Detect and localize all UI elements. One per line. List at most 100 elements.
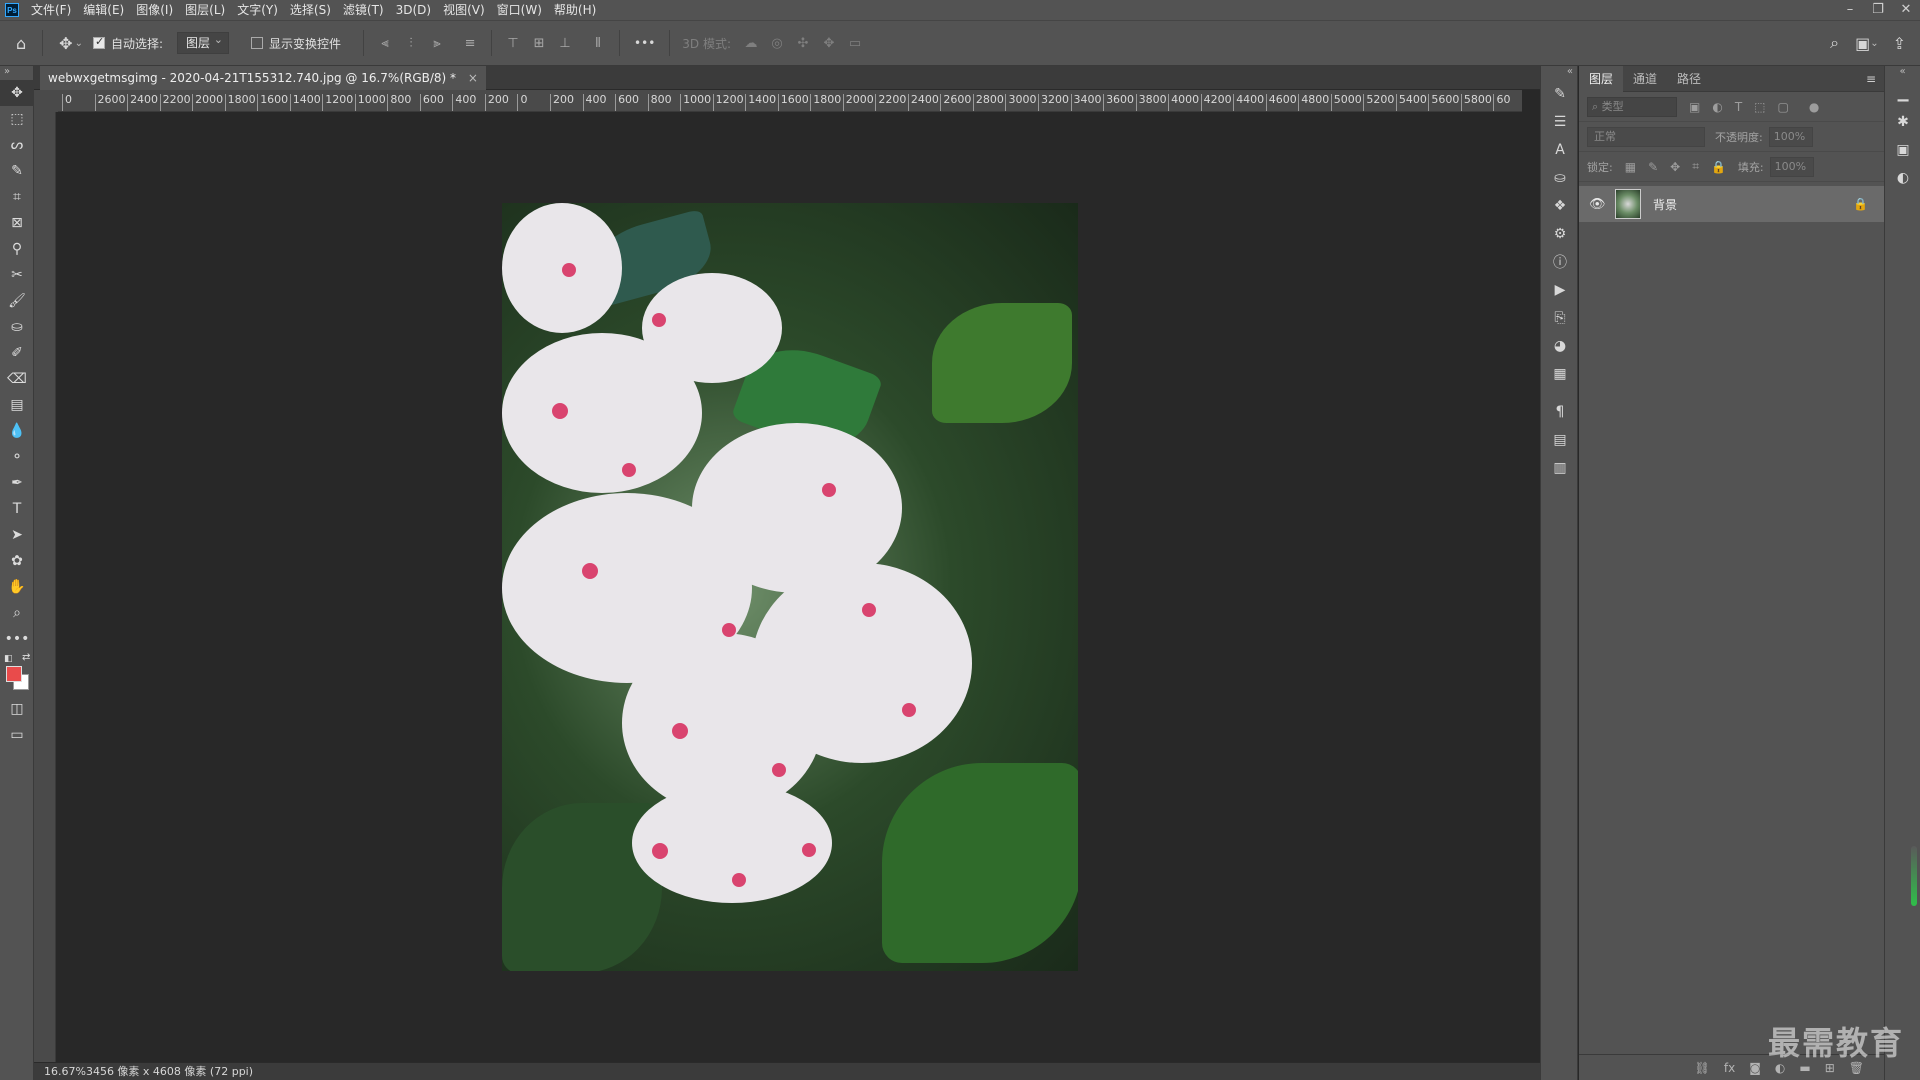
pixel-filter-icon[interactable]: ▣ xyxy=(1689,100,1700,114)
eyedropper-tool-icon[interactable]: ⚲ xyxy=(0,236,34,262)
align-left-icon[interactable]: ⫷ xyxy=(375,33,395,53)
3d-roll-icon[interactable]: ◎ xyxy=(767,33,787,53)
zoom-tool-icon[interactable]: ⌕ xyxy=(0,600,34,626)
expand-icon[interactable]: » xyxy=(0,66,33,80)
distribute-vertical-icon[interactable]: ≡ xyxy=(460,33,480,53)
vertical-ruler[interactable] xyxy=(34,112,56,1068)
layer-row[interactable]: 👁 背景 🔒 xyxy=(1579,186,1884,222)
visibility-eye-icon[interactable]: 👁 xyxy=(1589,197,1609,212)
crop-tool-icon[interactable]: ⌗ xyxy=(0,184,34,210)
horizontal-ruler[interactable]: 0 2600 2400 2200 2000 1800 1600 1400 1200 1000 800… xyxy=(58,90,1522,112)
menu-layer[interactable]: 图层(L) xyxy=(179,0,231,20)
lock-artboard-icon[interactable]: ⌗ xyxy=(1692,159,1699,174)
type-filter-icon[interactable]: T xyxy=(1735,100,1742,114)
lasso-tool-icon[interactable]: ᔕ xyxy=(0,132,34,158)
auto-select-dropdown[interactable]: 图层 xyxy=(177,30,230,54)
menu-edit[interactable]: 编辑(E) xyxy=(77,0,130,20)
collapse-icon[interactable]: « xyxy=(1885,66,1920,80)
paragraph-icon[interactable]: ¶ xyxy=(1541,398,1579,426)
move-tool-icon[interactable]: ✥ xyxy=(59,34,72,53)
menu-help[interactable]: 帮助(H) xyxy=(548,0,602,20)
clone-source-icon[interactable]: ⛀ xyxy=(1541,164,1579,192)
document-image[interactable] xyxy=(502,203,1078,971)
character-icon[interactable]: A xyxy=(1541,136,1579,164)
layer-mask-icon[interactable]: ◙ xyxy=(1749,1061,1761,1075)
align-vcenter-icon[interactable]: ⊞ xyxy=(529,33,549,53)
brush-settings-icon[interactable]: ❖ xyxy=(1541,192,1579,220)
share-icon[interactable]: ⇪ xyxy=(1893,34,1906,53)
close-tab-icon[interactable]: × xyxy=(468,71,478,85)
styles-icon[interactable]: ◕ xyxy=(1541,332,1579,360)
blur-tool-icon[interactable]: 💧 xyxy=(0,418,34,444)
move-tool-icon[interactable]: ✥ xyxy=(0,80,34,106)
chevron-down-icon[interactable]: ⌄ xyxy=(1870,38,1878,49)
history-icon[interactable]: ✎ xyxy=(1541,80,1579,108)
lock-image-icon[interactable]: ✎ xyxy=(1648,160,1658,174)
opacity-input[interactable]: 100% xyxy=(1768,126,1813,147)
table-icon[interactable]: ▦ xyxy=(1541,360,1579,388)
document-tab[interactable]: webwxgetmsgimg - 2020-04-21T155312.740.j… xyxy=(40,66,486,90)
gradient-tool-icon[interactable]: ▤ xyxy=(0,392,34,418)
foreground-color-swatch[interactable] xyxy=(6,666,22,682)
home-icon[interactable]: ⌂ xyxy=(16,34,26,53)
quick-select-tool-icon[interactable]: ✎ xyxy=(0,158,34,184)
3d-orbit-icon[interactable]: ☁ xyxy=(741,33,761,53)
lock-position-icon[interactable]: ✥ xyxy=(1670,160,1680,174)
collapse-icon[interactable]: « xyxy=(1541,66,1577,80)
align-top-icon[interactable]: ⊤ xyxy=(503,33,523,53)
info-icon[interactable]: ⓘ xyxy=(1541,248,1579,276)
fill-input[interactable]: 100% xyxy=(1769,156,1814,177)
frame-tool-icon[interactable]: ⊠ xyxy=(0,210,34,236)
stamp-tool-icon[interactable]: ⛀ xyxy=(0,314,34,340)
menu-select[interactable]: 选择(S) xyxy=(284,0,337,20)
healing-tool-icon[interactable]: ✂ xyxy=(0,262,34,288)
3d-pan-icon[interactable]: ✣ xyxy=(793,33,813,53)
hand-tool-icon[interactable]: ✋ xyxy=(0,574,34,600)
adjustment-filter-icon[interactable]: ◐ xyxy=(1712,100,1722,114)
eraser-tool-icon[interactable]: ⌫ xyxy=(0,366,34,392)
tab-channels[interactable]: 通道 xyxy=(1623,66,1667,92)
smart-object-filter-icon[interactable]: ▢ xyxy=(1778,100,1789,114)
distribute-horizontal-icon[interactable]: ⦀ xyxy=(588,33,608,53)
panel-menu-icon[interactable]: ≡ xyxy=(1866,72,1876,86)
3d-slide-icon[interactable]: ✥ xyxy=(819,33,839,53)
workspace-icon[interactable]: ▣ xyxy=(1855,34,1870,53)
shape-filter-icon[interactable]: ⬚ xyxy=(1754,100,1765,114)
transform-controls-checkbox[interactable] xyxy=(251,37,264,49)
more-tools-icon[interactable]: ••• xyxy=(0,626,34,652)
navigator-icon[interactable]: ✱ xyxy=(1885,108,1920,136)
path-select-icon[interactable]: ➤ xyxy=(0,522,34,548)
actions-icon[interactable]: ▶ xyxy=(1541,276,1579,304)
blend-mode-dropdown[interactable]: 正常 xyxy=(1587,126,1705,147)
swap-colors-icon[interactable]: ⇄ xyxy=(22,652,30,663)
pen-tool-icon[interactable]: ✒ xyxy=(0,470,34,496)
notes-icon[interactable]: ▤ xyxy=(1541,426,1579,454)
layer-filter-dropdown[interactable]: ⌕ 类型 xyxy=(1587,96,1677,117)
auto-select-checkbox[interactable] xyxy=(92,35,105,49)
chevron-down-icon[interactable]: ⌄ xyxy=(75,38,83,49)
menu-3d[interactable]: 3D(D) xyxy=(390,0,437,20)
properties-icon[interactable]: ◐ xyxy=(1885,164,1920,192)
swatches-icon[interactable]: ⎘ xyxy=(1541,304,1579,332)
history-brush-icon[interactable]: ✐ xyxy=(0,340,34,366)
marquee-tool-icon[interactable]: ⬚ xyxy=(0,106,34,132)
layer-style-icon[interactable]: fx xyxy=(1724,1061,1735,1075)
adjustments-icon[interactable]: ☰ xyxy=(1541,108,1579,136)
close-icon[interactable]: ✕ xyxy=(1892,0,1920,20)
filter-toggle-icon[interactable]: ● xyxy=(1809,100,1819,114)
quick-mask-icon[interactable]: ◫ xyxy=(0,696,34,722)
menu-image[interactable]: 图像(I) xyxy=(130,0,179,20)
brush-tool-icon[interactable]: 🖌 xyxy=(0,288,34,314)
dodge-tool-icon[interactable]: ⚬ xyxy=(0,444,34,470)
search-icon[interactable]: ⌕ xyxy=(1830,33,1839,53)
menu-file[interactable]: 文件(F) xyxy=(25,0,77,20)
menu-view[interactable]: 视图(V) xyxy=(437,0,491,20)
align-right-icon[interactable]: ⫸ xyxy=(427,33,447,53)
lock-transparent-icon[interactable]: ▦ xyxy=(1625,160,1636,174)
restore-icon[interactable]: ❐ xyxy=(1864,0,1892,20)
more-options-button[interactable]: ••• xyxy=(634,36,655,50)
link-layers-icon[interactable]: ⛓ xyxy=(1695,1061,1710,1075)
minimize-icon[interactable]: – xyxy=(1836,0,1864,20)
libraries-icon[interactable]: ▣ xyxy=(1885,136,1920,164)
tab-paths[interactable]: 路径 xyxy=(1667,66,1711,92)
